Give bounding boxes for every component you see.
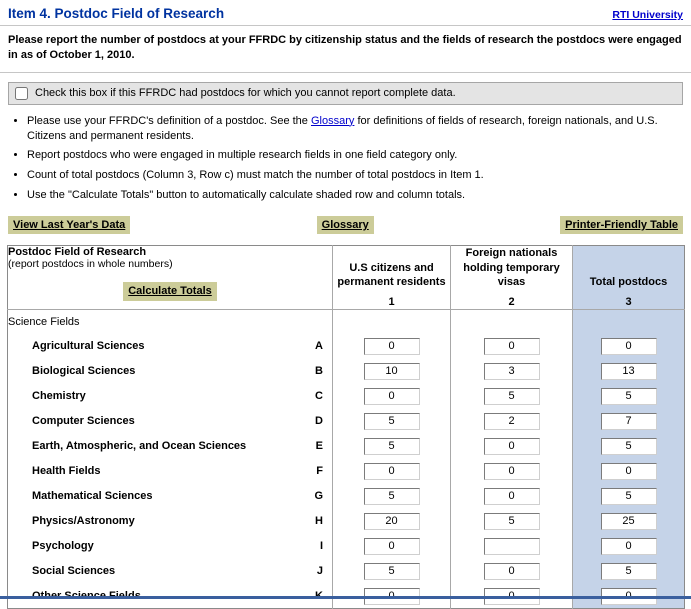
row-letter: H (315, 515, 323, 527)
table-row: Mathematical Sciences G (8, 484, 685, 509)
row-letter: F (316, 465, 323, 477)
column-header-us-citizens: U.S citizens and permanent residents 1 (333, 246, 451, 310)
us-citizens-input[interactable] (364, 463, 420, 480)
row-letter: A (315, 340, 323, 352)
us-citizens-input[interactable] (364, 363, 420, 380)
table-row: Physics/Astronomy H (8, 509, 685, 534)
table-title: Postdoc Field of Research (8, 246, 332, 258)
calculate-totals-button[interactable]: Calculate Totals (123, 282, 217, 300)
postdoc-table: Postdoc Field of Research (report postdo… (7, 245, 685, 609)
row-letter: I (320, 540, 323, 552)
total-postdocs-input[interactable] (601, 413, 657, 430)
glossary-link[interactable]: Glossary (311, 115, 354, 127)
field-label: Biological Sciences (32, 365, 135, 377)
incomplete-data-bar: Check this box if this FFRDC had postdoc… (8, 82, 683, 105)
us-citizens-input[interactable] (364, 538, 420, 555)
foreign-nationals-input[interactable] (484, 338, 540, 355)
total-postdocs-input[interactable] (601, 538, 657, 555)
table-row: Biological Sciences B (8, 359, 685, 384)
table-header-row: Postdoc Field of Research (report postdo… (8, 246, 685, 310)
foreign-nationals-input[interactable] (484, 563, 540, 580)
row-letter: J (317, 565, 323, 577)
field-label: Earth, Atmospheric, and Ocean Sciences (32, 440, 246, 452)
row-letter: G (314, 490, 323, 502)
field-label: Agricultural Sciences (32, 340, 145, 352)
org-link[interactable]: RTI University (612, 9, 683, 21)
table-row: Health Fields F (8, 459, 685, 484)
us-citizens-input[interactable] (364, 413, 420, 430)
us-citizens-input[interactable] (364, 438, 420, 455)
total-postdocs-input[interactable] (601, 563, 657, 580)
page-title: Item 4. Postdoc Field of Research (8, 6, 224, 21)
foreign-nationals-input[interactable] (484, 388, 540, 405)
field-label: Health Fields (32, 465, 100, 477)
row-letter: E (316, 440, 323, 452)
column-header-total: Total postdocs 3 (573, 246, 685, 310)
page-header: Item 4. Postdoc Field of Research RTI Un… (0, 0, 691, 26)
foreign-nationals-input[interactable] (484, 513, 540, 530)
foreign-nationals-input[interactable] (484, 438, 540, 455)
us-citizens-input[interactable] (364, 513, 420, 530)
total-postdocs-input[interactable] (601, 488, 657, 505)
field-label: Social Sciences (32, 565, 115, 577)
table-row: Computer Sciences D (8, 409, 685, 434)
incomplete-data-checkbox[interactable] (15, 87, 28, 100)
table-row: Agricultural Sciences A (8, 334, 685, 359)
field-label: Mathematical Sciences (32, 490, 152, 502)
table-corner-header: Postdoc Field of Research (report postdo… (8, 246, 333, 310)
us-citizens-input[interactable] (364, 338, 420, 355)
section-row: Science Fields (8, 310, 685, 334)
view-last-year-button[interactable]: View Last Year's Data (8, 216, 130, 234)
field-label: Computer Sciences (32, 415, 135, 427)
action-buttons: View Last Year's Data Glossary Printer-F… (0, 208, 691, 245)
incomplete-data-label: Check this box if this FFRDC had postdoc… (35, 87, 456, 99)
intro-text: Please report the number of postdocs at … (0, 26, 691, 73)
foreign-nationals-input[interactable] (484, 538, 540, 555)
foreign-nationals-input[interactable] (484, 363, 540, 380)
field-label: Chemistry (32, 390, 86, 402)
table-subtitle: (report postdocs in whole numbers) (8, 258, 332, 270)
table-row: Social Sciences J (8, 559, 685, 584)
foreign-nationals-input[interactable] (484, 488, 540, 505)
column-header-foreign-nationals: Foreign nationals holding temporary visa… (451, 246, 573, 310)
us-citizens-input[interactable] (364, 563, 420, 580)
section-label: Science Fields (8, 310, 333, 334)
foreign-nationals-input[interactable] (484, 463, 540, 480)
table-row: Chemistry C (8, 384, 685, 409)
instruction-item: Use the "Calculate Totals" button to aut… (27, 188, 691, 203)
total-postdocs-input[interactable] (601, 513, 657, 530)
row-letter: D (315, 415, 323, 427)
us-citizens-input[interactable] (364, 488, 420, 505)
row-letter: C (315, 390, 323, 402)
table-row: Earth, Atmospheric, and Ocean Sciences E (8, 434, 685, 459)
total-postdocs-input[interactable] (601, 338, 657, 355)
glossary-button[interactable]: Glossary (317, 216, 374, 234)
us-citizens-input[interactable] (364, 388, 420, 405)
total-postdocs-input[interactable] (601, 388, 657, 405)
row-letter: B (315, 365, 323, 377)
total-postdocs-input[interactable] (601, 363, 657, 380)
instruction-item: Please use your FFRDC's definition of a … (27, 114, 691, 144)
field-label: Psychology (32, 540, 94, 552)
instructions-list: Please use your FFRDC's definition of a … (0, 114, 691, 203)
total-postdocs-input[interactable] (601, 438, 657, 455)
foreign-nationals-input[interactable] (484, 413, 540, 430)
table-row: Psychology I (8, 534, 685, 559)
instruction-item: Report postdocs who were engaged in mult… (27, 148, 691, 163)
field-label: Physics/Astronomy (32, 515, 135, 527)
printer-friendly-button[interactable]: Printer-Friendly Table (560, 216, 683, 234)
instruction-item: Count of total postdocs (Column 3, Row c… (27, 168, 691, 183)
total-postdocs-input[interactable] (601, 463, 657, 480)
